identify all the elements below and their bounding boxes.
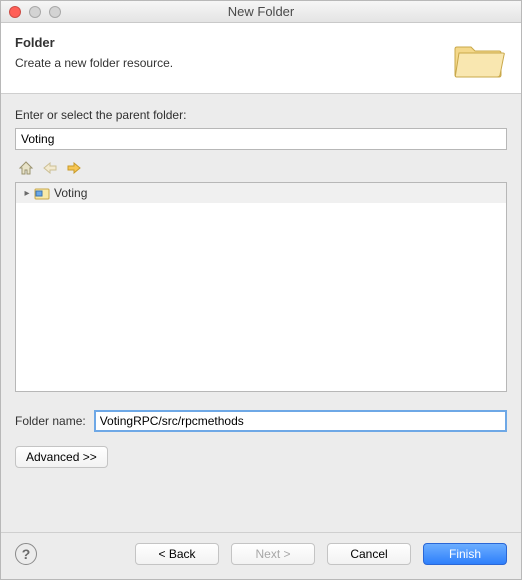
- header-subtitle: Create a new folder resource.: [15, 56, 173, 70]
- folder-icon: [451, 35, 507, 79]
- header-title: Folder: [15, 35, 173, 50]
- next-button: Next >: [231, 543, 315, 565]
- dialog-header: Folder Create a new folder resource.: [1, 23, 521, 94]
- tree-nav: [15, 156, 507, 180]
- back-arrow-icon[interactable]: [41, 160, 59, 176]
- back-button[interactable]: < Back: [135, 543, 219, 565]
- header-text: Folder Create a new folder resource.: [15, 35, 173, 70]
- zoom-icon: [49, 6, 61, 18]
- folder-name-label: Folder name:: [15, 414, 86, 428]
- window-controls: [9, 6, 61, 18]
- tree-item[interactable]: ▸ Voting: [16, 183, 506, 203]
- advanced-button[interactable]: Advanced >>: [15, 446, 108, 468]
- footer-buttons: < Back Next > Cancel Finish: [135, 543, 507, 565]
- folder-name-row: Folder name:: [15, 410, 507, 432]
- folder-name-input[interactable]: [94, 410, 507, 432]
- advanced-row: Advanced >>: [15, 446, 507, 468]
- chevron-right-icon[interactable]: ▸: [22, 188, 32, 199]
- titlebar: New Folder: [1, 1, 521, 23]
- tree-item-label: Voting: [54, 186, 87, 200]
- dialog-window: New Folder Folder Create a new folder re…: [0, 0, 522, 580]
- window-title: New Folder: [1, 4, 521, 19]
- project-icon: [34, 186, 50, 200]
- parent-folder-label: Enter or select the parent folder:: [15, 108, 507, 122]
- help-icon[interactable]: ?: [15, 543, 37, 565]
- folder-tree[interactable]: ▸ Voting: [15, 182, 507, 392]
- cancel-button[interactable]: Cancel: [327, 543, 411, 565]
- dialog-footer: ? < Back Next > Cancel Finish: [1, 532, 521, 579]
- close-icon[interactable]: [9, 6, 21, 18]
- parent-folder-input[interactable]: [15, 128, 507, 150]
- forward-arrow-icon[interactable]: [65, 160, 83, 176]
- minimize-icon: [29, 6, 41, 18]
- dialog-body: Enter or select the parent folder: ▸: [1, 94, 521, 532]
- home-icon[interactable]: [17, 160, 35, 176]
- finish-button[interactable]: Finish: [423, 543, 507, 565]
